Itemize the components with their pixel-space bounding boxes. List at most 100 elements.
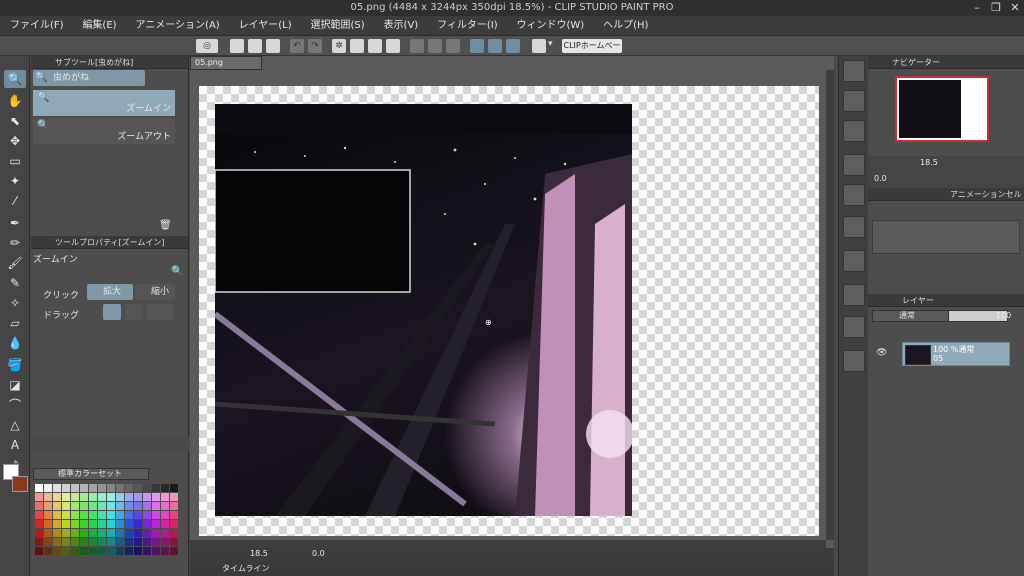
color-swatch[interactable] bbox=[143, 547, 151, 555]
color-swatch[interactable] bbox=[170, 547, 178, 555]
color-swatch[interactable] bbox=[143, 538, 151, 546]
navigator-zoom[interactable]: 18.5 bbox=[920, 158, 938, 167]
color-swatch[interactable] bbox=[71, 520, 79, 528]
color-swatch[interactable] bbox=[89, 529, 97, 537]
color-swatch[interactable] bbox=[80, 484, 88, 492]
color-swatch[interactable] bbox=[35, 547, 43, 555]
trash-icon[interactable]: 🗑 bbox=[159, 220, 172, 231]
color-swatch[interactable] bbox=[71, 493, 79, 501]
horizontal-scrollbar[interactable] bbox=[190, 540, 826, 548]
color-swatch[interactable] bbox=[107, 484, 115, 492]
color-swatch[interactable] bbox=[98, 484, 106, 492]
color-swatch[interactable] bbox=[80, 493, 88, 501]
color-swatch[interactable] bbox=[161, 529, 169, 537]
color-swatch[interactable] bbox=[152, 538, 160, 546]
text-tool-icon[interactable]: A bbox=[4, 436, 26, 454]
decoration-icon[interactable]: ✧ bbox=[4, 294, 26, 312]
color-swatch[interactable] bbox=[107, 511, 115, 519]
color-swatch[interactable] bbox=[116, 502, 124, 510]
color-swatch[interactable] bbox=[44, 538, 52, 546]
undo-icon[interactable]: ↶ bbox=[290, 39, 304, 53]
color-swatch[interactable] bbox=[89, 520, 97, 528]
drag-mode-magnifier-icon[interactable] bbox=[147, 304, 173, 320]
material-icon[interactable] bbox=[843, 250, 865, 272]
color-swatch[interactable] bbox=[152, 529, 160, 537]
color-swatch[interactable] bbox=[143, 502, 151, 510]
menu-view[interactable]: 表示(V) bbox=[374, 16, 419, 36]
color-swatch[interactable] bbox=[161, 538, 169, 546]
color-swatch[interactable] bbox=[80, 538, 88, 546]
color-swatch[interactable] bbox=[53, 511, 61, 519]
open-file-icon[interactable] bbox=[248, 39, 262, 53]
color-swatch[interactable] bbox=[116, 493, 124, 501]
fill-icon[interactable] bbox=[368, 39, 382, 53]
color-swatch[interactable] bbox=[134, 511, 142, 519]
color-swatch[interactable] bbox=[152, 484, 160, 492]
color-swatch[interactable] bbox=[152, 520, 160, 528]
color-swatch[interactable] bbox=[161, 520, 169, 528]
color-swatch[interactable] bbox=[107, 502, 115, 510]
color-swatch[interactable] bbox=[116, 484, 124, 492]
drag-mode-rect-icon[interactable] bbox=[125, 304, 143, 320]
figure-icon[interactable]: ⌒ bbox=[4, 396, 26, 414]
pencil-tool-icon[interactable]: ✏ bbox=[4, 234, 26, 252]
color-set-select[interactable]: 標準カラーセット bbox=[33, 468, 149, 480]
color-swatch[interactable] bbox=[44, 520, 52, 528]
color-wheel-icon[interactable] bbox=[843, 60, 865, 82]
canvas-angle-value[interactable]: 0.0 bbox=[312, 549, 325, 558]
clip-home-button[interactable]: CLIPホームページ bbox=[562, 39, 622, 64]
color-swatch[interactable] bbox=[134, 538, 142, 546]
color-swatch[interactable] bbox=[98, 511, 106, 519]
color-swatch[interactable] bbox=[161, 493, 169, 501]
menu-edit[interactable]: 編集(E) bbox=[72, 16, 116, 36]
color-swatch[interactable] bbox=[89, 538, 97, 546]
color-history-icon[interactable] bbox=[843, 184, 865, 206]
color-swatch[interactable] bbox=[35, 493, 43, 501]
color-swatch[interactable] bbox=[143, 484, 151, 492]
minimize-icon[interactable]: – bbox=[968, 1, 986, 15]
color-swatch[interactable] bbox=[125, 538, 133, 546]
menu-animation[interactable]: アニメーション(A) bbox=[125, 16, 219, 36]
color-swatch[interactable] bbox=[125, 493, 133, 501]
color-swatch[interactable] bbox=[116, 511, 124, 519]
layer-property-icon[interactable] bbox=[843, 284, 865, 306]
close-icon[interactable]: ✕ bbox=[1006, 1, 1024, 15]
operation-tool-icon[interactable]: ⬉ bbox=[4, 112, 26, 130]
color-swatch[interactable] bbox=[53, 529, 61, 537]
canvas-zoom-value[interactable]: 18.5 bbox=[250, 549, 268, 558]
color-swatch[interactable] bbox=[35, 529, 43, 537]
color-swatch[interactable] bbox=[71, 538, 79, 546]
color-swatch[interactable] bbox=[161, 502, 169, 510]
gradient-icon[interactable]: ◪ bbox=[4, 376, 26, 394]
menu-window[interactable]: ウィンドウ(W) bbox=[507, 16, 585, 36]
color-swatch[interactable] bbox=[80, 502, 88, 510]
color-swatch[interactable] bbox=[170, 529, 178, 537]
ruler-snap-icon[interactable] bbox=[470, 39, 484, 53]
color-swatch[interactable] bbox=[107, 493, 115, 501]
color-swatch[interactable] bbox=[35, 511, 43, 519]
approx-color-icon[interactable] bbox=[843, 154, 865, 176]
color-swatch[interactable] bbox=[44, 502, 52, 510]
color-swatch[interactable] bbox=[125, 529, 133, 537]
color-swatch[interactable] bbox=[98, 502, 106, 510]
navigator-thumbnail[interactable] bbox=[895, 76, 989, 142]
color-swatch[interactable] bbox=[44, 511, 52, 519]
color-swatch[interactable] bbox=[98, 520, 106, 528]
color-swatch[interactable] bbox=[152, 493, 160, 501]
color-swatch[interactable] bbox=[107, 520, 115, 528]
color-swatch[interactable] bbox=[80, 511, 88, 519]
layer-row[interactable]: 100 %通常 05 bbox=[902, 342, 1010, 366]
color-swatch[interactable] bbox=[161, 547, 169, 555]
fill-tool-icon[interactable]: 🪣 bbox=[4, 356, 26, 374]
sub-color-swatch[interactable] bbox=[12, 476, 28, 492]
color-swatch[interactable] bbox=[62, 493, 70, 501]
color-swatch[interactable] bbox=[53, 538, 61, 546]
color-swatches[interactable] bbox=[35, 484, 183, 564]
app-logo-icon[interactable]: ◎ bbox=[196, 39, 218, 53]
color-swatch[interactable] bbox=[89, 502, 97, 510]
color-swatch[interactable] bbox=[62, 538, 70, 546]
ruler-icon[interactable]: △ bbox=[4, 416, 26, 434]
color-swatch[interactable] bbox=[116, 520, 124, 528]
zoom-in-option[interactable]: 拡大 bbox=[87, 284, 133, 300]
color-swatch[interactable] bbox=[62, 511, 70, 519]
